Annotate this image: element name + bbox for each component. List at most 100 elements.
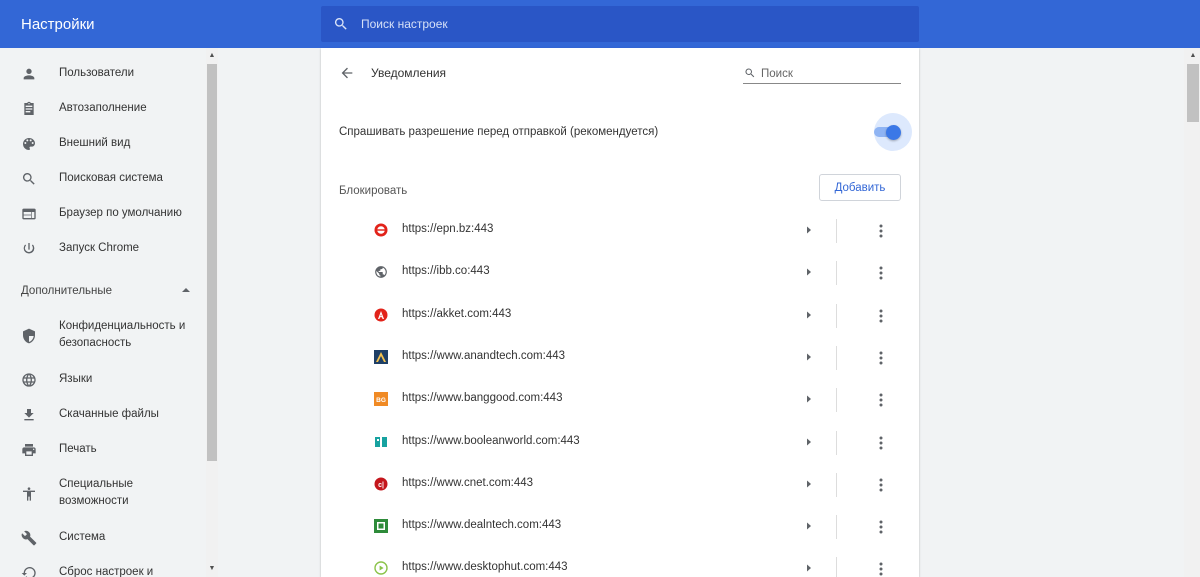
sidebar-item-label: Конфиденциальность и xyxy=(59,320,186,332)
sidebar-item-search-engine[interactable]: Поисковая система xyxy=(0,170,206,188)
settings-search-input[interactable] xyxy=(361,6,901,42)
site-url: https://epn.bz:443 xyxy=(402,223,494,235)
expand-arrow-icon[interactable] xyxy=(803,308,815,322)
blocked-site-row[interactable]: c| https://www.cnet.com:443 xyxy=(321,464,919,506)
add-site-button[interactable]: Добавить xyxy=(819,174,901,201)
sidebar-item-label-line2: безопасность xyxy=(59,337,132,349)
more-vert-icon[interactable] xyxy=(874,435,888,451)
site-url: https://www.banggood.com:443 xyxy=(402,392,563,405)
site-url: https://www.dealntech.com:443 xyxy=(402,519,562,532)
sidebar-item-autofill[interactable]: Автозаполнение xyxy=(0,100,206,118)
power-icon xyxy=(20,240,38,258)
blocked-site-row[interactable]: https://akket.com:443 xyxy=(321,295,919,337)
search-icon xyxy=(20,170,38,188)
blocked-site-row[interactable]: https://ibb.co:443 xyxy=(321,252,919,294)
sidebar-item-label: Специальные xyxy=(59,478,134,490)
sidebar-item-label-line2: возможности xyxy=(59,495,129,507)
sidebar-scrollbar-thumb[interactable] xyxy=(207,64,217,461)
sidebar-item-label: Автозаполнение xyxy=(59,102,147,115)
sidebar-item-label: Скачанные файлы xyxy=(59,408,159,421)
anandtech-favicon-icon xyxy=(374,349,388,364)
more-vert-icon[interactable] xyxy=(874,392,888,408)
row-divider xyxy=(836,430,837,455)
more-vert-icon[interactable] xyxy=(874,519,888,535)
sidebar-item-system[interactable]: Система xyxy=(0,529,206,547)
expand-arrow-icon[interactable] xyxy=(803,392,815,406)
sidebar-item-people[interactable]: Пользователи xyxy=(0,65,206,83)
expand-arrow-icon[interactable] xyxy=(803,223,815,237)
ask-before-sending-label: Спрашивать разрешение перед отправкой (р… xyxy=(339,126,659,138)
expand-arrow-icon[interactable] xyxy=(803,477,815,491)
block-section-label: Блокировать xyxy=(339,185,408,197)
scroll-down-arrow-icon[interactable]: ▼ xyxy=(207,564,217,574)
sidebar-item-label: Система xyxy=(59,531,106,544)
globe-icon xyxy=(20,371,38,389)
more-vert-icon[interactable] xyxy=(874,350,888,366)
settings-search-box[interactable] xyxy=(321,6,919,42)
more-vert-icon[interactable] xyxy=(874,561,888,577)
expand-arrow-icon[interactable] xyxy=(803,265,815,279)
sidebar-item-default-browser[interactable]: Браузер по умолчанию xyxy=(0,205,206,223)
row-divider xyxy=(836,515,837,540)
row-divider xyxy=(836,261,837,286)
back-arrow-icon[interactable] xyxy=(339,65,355,81)
cnet-favicon-icon: c| xyxy=(374,477,388,491)
page-title: Уведомления xyxy=(371,66,447,80)
expand-arrow-icon[interactable] xyxy=(803,519,815,533)
globe-favicon-icon xyxy=(374,265,388,279)
akket-favicon-icon xyxy=(374,308,388,322)
more-vert-icon[interactable] xyxy=(874,265,888,281)
sidebar-item-label: Запуск Chrome xyxy=(59,242,140,255)
sidebar-item-reset[interactable]: Сброс настроек и xyxy=(0,564,206,577)
site-search-box[interactable] xyxy=(743,64,901,84)
sidebar-item-appearance[interactable]: Внешний вид xyxy=(0,135,206,153)
sidebar-item-printing[interactable]: Печать xyxy=(0,441,206,459)
app-title: Настройки xyxy=(21,16,95,33)
page-scrollbar[interactable] xyxy=(1184,48,1200,577)
sidebar: Пользователи Автозаполнение Внешний вид … xyxy=(0,48,206,577)
page-scrollbar-thumb[interactable] xyxy=(1187,64,1199,122)
row-divider xyxy=(836,345,837,370)
blocked-site-row[interactable]: https://www.dealntech.com:443 xyxy=(321,506,919,548)
chevron-up-icon xyxy=(182,288,190,292)
more-vert-icon[interactable] xyxy=(874,308,888,324)
wrench-icon xyxy=(20,529,38,547)
search-icon xyxy=(745,68,755,78)
palette-icon xyxy=(20,135,38,153)
more-vert-icon[interactable] xyxy=(874,223,888,239)
site-url: https://www.desktophut.com:443 xyxy=(402,561,568,574)
site-url: https://ibb.co:443 xyxy=(402,265,490,278)
row-divider xyxy=(836,303,837,328)
advanced-section-label: Дополнительные xyxy=(21,285,113,297)
blocked-site-row[interactable]: https://www.desktophut.com:443 xyxy=(321,548,919,577)
printer-icon xyxy=(20,441,38,459)
accessibility-icon xyxy=(20,485,38,503)
expand-arrow-icon[interactable] xyxy=(803,435,815,449)
sidebar-item-on-startup[interactable]: Запуск Chrome xyxy=(0,240,206,258)
booleanworld-favicon-icon xyxy=(374,435,388,449)
more-vert-icon[interactable] xyxy=(874,477,888,493)
sidebar-item-privacy[interactable]: Конфиденциальность и безопасность xyxy=(0,318,206,354)
site-search-input[interactable] xyxy=(761,64,899,83)
page-scroll-up-arrow-icon[interactable]: ▲ xyxy=(1187,51,1199,61)
download-icon xyxy=(20,406,38,424)
scroll-up-arrow-icon[interactable]: ▲ xyxy=(207,51,217,61)
row-divider xyxy=(836,219,837,243)
blocked-site-row[interactable]: https://epn.bz:443 xyxy=(321,210,919,252)
sidebar-item-accessibility[interactable]: Специальные возможности xyxy=(0,476,206,512)
reset-icon xyxy=(20,564,38,577)
expand-arrow-icon[interactable] xyxy=(803,561,815,575)
expand-arrow-icon[interactable] xyxy=(803,350,815,364)
blocked-site-row[interactable]: https://www.booleanworld.com:443 xyxy=(321,422,919,464)
svg-text:BG: BG xyxy=(376,397,386,404)
notifications-card: Уведомления Спрашивать разрешение перед … xyxy=(321,48,919,577)
sidebar-advanced-toggle[interactable]: Дополнительные xyxy=(21,285,191,297)
sidebar-item-languages[interactable]: Языки xyxy=(0,371,206,389)
svg-text:c|: c| xyxy=(378,482,384,489)
row-divider xyxy=(836,388,837,413)
sidebar-item-label: Печать xyxy=(59,443,97,456)
sidebar-item-downloads[interactable]: Скачанные файлы xyxy=(0,406,206,424)
blocked-site-row[interactable]: BG https://www.banggood.com:443 xyxy=(321,379,919,421)
row-divider xyxy=(836,472,837,497)
blocked-site-row[interactable]: https://www.anandtech.com:443 xyxy=(321,337,919,379)
